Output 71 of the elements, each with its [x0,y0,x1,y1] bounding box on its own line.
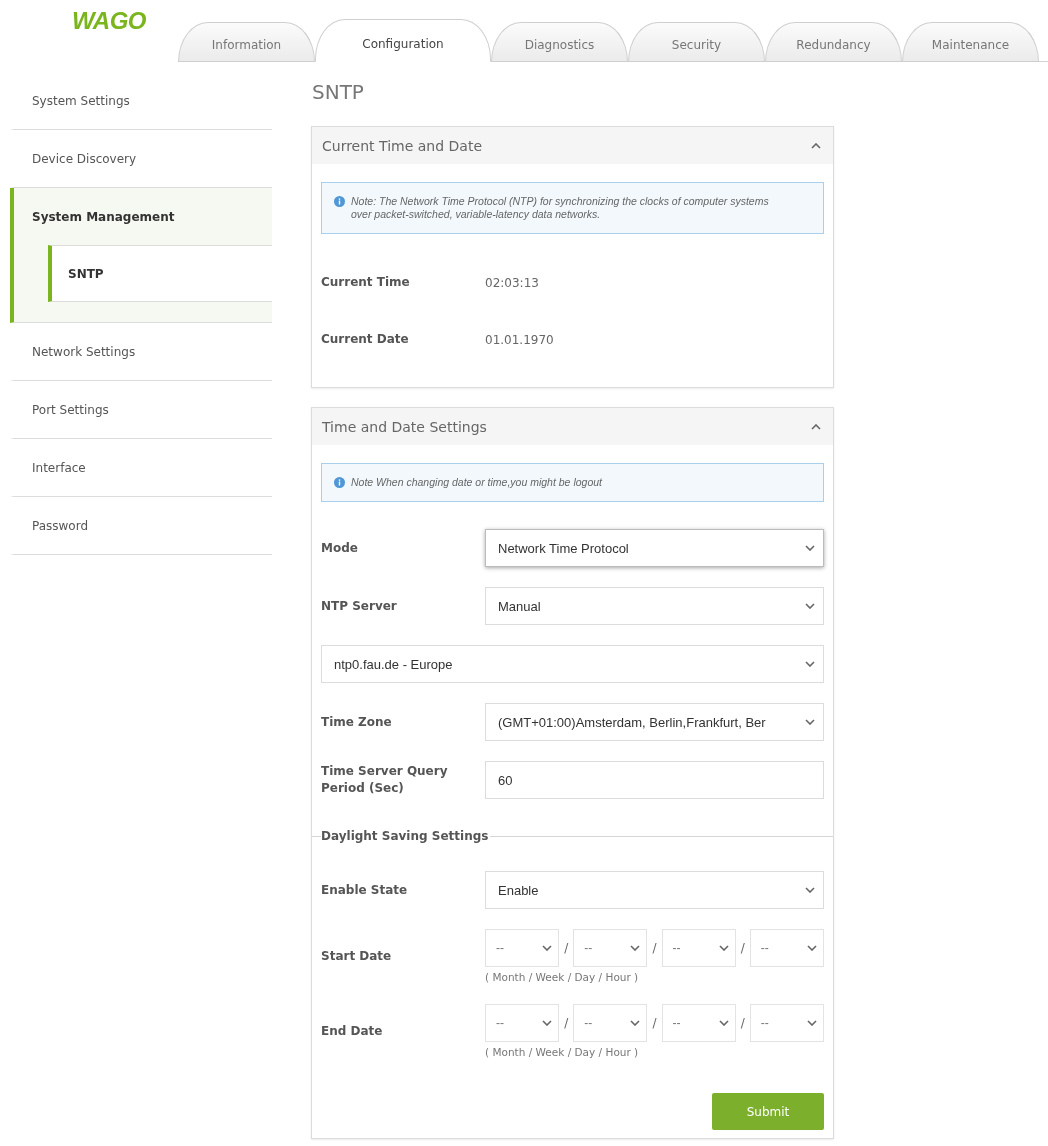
select-field[interactable]: Enable [485,871,824,909]
chevron-down-icon [805,603,815,609]
chevron-down-icon [542,1020,553,1026]
field-label: NTP Server [321,597,397,615]
field-label: End Date [321,1023,383,1040]
tab[interactable]: Security [628,22,765,62]
field-label: Time Server Query Period (Sec) [321,763,449,797]
date-part-select[interactable]: -- [573,929,648,967]
chevron-up-icon[interactable] [811,142,821,149]
panel-header[interactable]: Current Time and Date [312,127,833,164]
tab[interactable]: Redundancy [765,22,902,62]
field-label: Current Time [321,274,410,291]
date-separator: / [652,941,657,955]
date-separator: / [740,1016,745,1030]
sidebar-item[interactable]: Port Settings [10,381,272,439]
field-value: 02:03:13 [485,275,539,290]
note-text: Note When changing date or time,you might be logout [351,476,602,489]
select-field[interactable]: (GMT+01:00)Amsterdam, Berlin,Frankfurt, Ber [485,703,824,741]
select-field[interactable]: Manual [485,587,824,625]
chevron-down-icon [805,545,815,551]
date-part-select[interactable]: -- [573,1004,648,1042]
chevron-down-icon [718,1020,729,1026]
date-separator: / [740,941,745,955]
panel-title: Time and Date Settings [322,418,487,435]
date-part-select[interactable]: -- [749,1004,824,1042]
chevron-up-icon[interactable] [811,423,821,430]
format-hint: ( Month / Week / Day / Hour ) [485,971,639,984]
page-title: SNTP [312,80,365,104]
date-part-select[interactable]: -- [749,929,824,967]
chevron-down-icon [807,1020,817,1026]
chevron-down-icon [630,1020,641,1026]
note-text: Note: The Network Time Protocol (NTP) for synchronizing the clocks of computer systems over packet-switched, variable-latency data networks. [351,195,770,221]
field-label: Start Date [321,948,392,965]
tab[interactable]: Maintenance [902,22,1039,62]
chevron-down-icon [542,945,553,951]
field-value: 01.01.1970 [485,332,554,347]
panel-title: Current Time and Date [322,137,482,154]
chevron-down-icon [807,945,817,951]
date-part-select[interactable]: -- [485,1004,560,1042]
sidebar-item[interactable]: Interface [10,439,272,497]
tab[interactable]: Information [178,22,315,62]
date-separator: / [564,1016,569,1030]
panel-header[interactable]: Time and Date Settings [312,408,833,445]
input-field[interactable]: 60 [485,761,824,799]
select-field[interactable]: Network Time Protocol [485,529,824,567]
sidebar-subitem[interactable]: SNTP [48,245,272,302]
sidebar-item[interactable]: System Settings [10,72,272,130]
date-part-select[interactable]: -- [485,929,560,967]
tab[interactable]: Configuration [315,19,491,62]
date-part-select[interactable]: -- [661,1004,736,1042]
chevron-down-icon [805,719,815,725]
field-label: Current Date [321,331,409,348]
date-part-select[interactable]: -- [661,929,736,967]
chevron-down-icon [805,887,815,893]
sidebar-item[interactable]: Network Settings [10,323,272,381]
chevron-down-icon [630,945,641,951]
date-separator: / [564,941,569,955]
sidebar-item[interactable]: Password [10,497,272,555]
chevron-down-icon [805,661,815,667]
select-field[interactable]: ntp0.fau.de - Europe [321,645,824,683]
chevron-down-icon [718,945,729,951]
field-label: Mode [321,539,358,557]
sidebar-item[interactable]: System Management [14,188,272,245]
section-legend: Daylight Saving Settings [321,829,491,843]
info-icon [334,196,345,207]
field-label: Enable State [321,881,408,899]
info-icon [334,477,345,488]
format-hint: ( Month / Week / Day / Hour ) [485,1046,639,1059]
date-separator: / [652,1016,657,1030]
field-label: Time Zone [321,713,392,731]
tab[interactable]: Diagnostics [491,22,628,62]
